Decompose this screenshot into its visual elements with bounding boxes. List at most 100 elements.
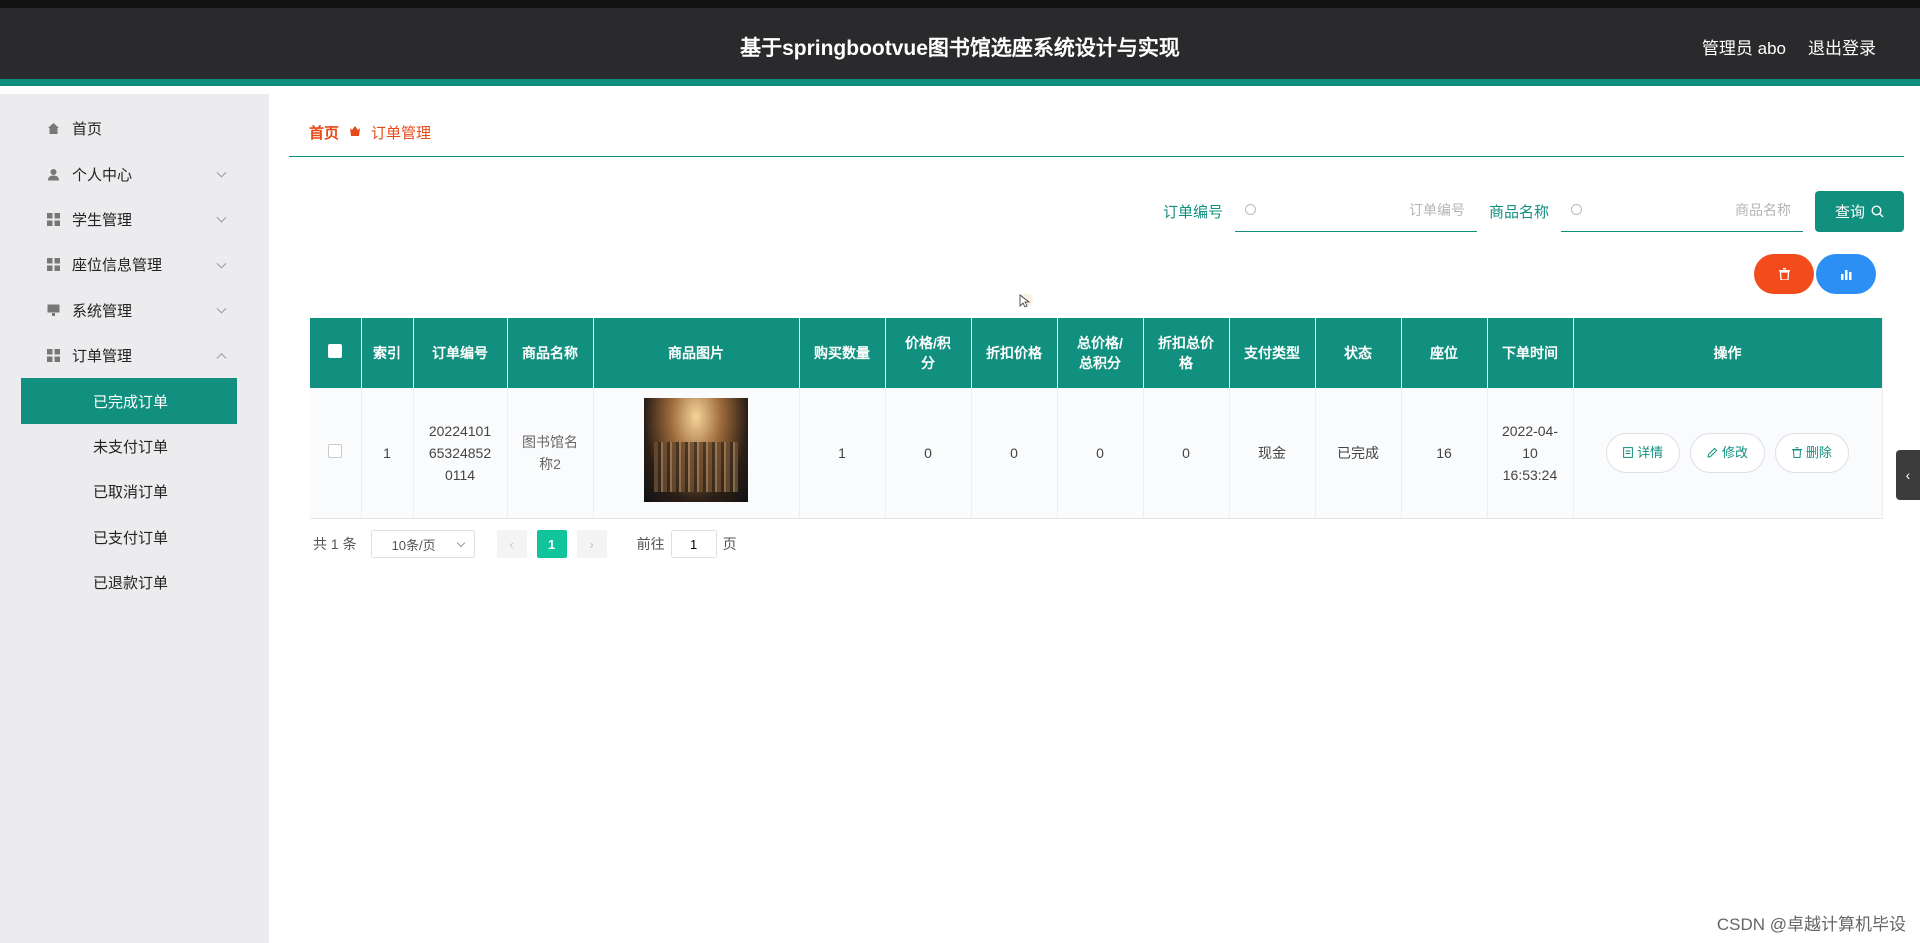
trash-icon bbox=[1791, 447, 1802, 459]
pagination-total: 共 1 条 bbox=[313, 536, 357, 552]
row-select-cell bbox=[310, 388, 362, 519]
grid-icon bbox=[46, 258, 60, 272]
column-header: 价格/积分 bbox=[885, 318, 972, 388]
collapse-toggle-button[interactable]: ‹ bbox=[1896, 450, 1920, 500]
search-icon bbox=[1244, 204, 1256, 215]
sidebar-item-home[interactable]: 首页 bbox=[0, 106, 269, 151]
delete-button[interactable]: 删除 bbox=[1774, 432, 1849, 473]
grid-icon bbox=[46, 349, 60, 363]
home-icon bbox=[46, 122, 60, 136]
table-row: 1 20224101653248520114 图书馆名称2 1 0 0 0 0 … bbox=[310, 388, 1883, 519]
search-icon bbox=[1871, 204, 1884, 217]
cell-index: 1 bbox=[361, 388, 414, 519]
bar-chart-icon bbox=[1840, 269, 1851, 280]
order-no-input[interactable] bbox=[1264, 190, 1465, 230]
select-all-cell bbox=[310, 318, 362, 388]
column-header: 索引 bbox=[361, 318, 414, 388]
sidebar-item-label: 首页 bbox=[72, 121, 103, 139]
app-title: 基于springbootvue图书馆选座系统设计与实现 bbox=[740, 37, 1180, 60]
cell-price: 0 bbox=[885, 388, 972, 519]
detail-button[interactable]: 详情 bbox=[1606, 432, 1681, 473]
cell-seat: 16 bbox=[1401, 388, 1488, 519]
cell-pay-type: 现金 bbox=[1229, 388, 1316, 519]
column-header: 总价格/总积分 bbox=[1057, 318, 1144, 388]
sidebar-subitem-completed[interactable]: 已完成订单 bbox=[21, 378, 237, 424]
cell-qty: 1 bbox=[799, 388, 886, 519]
cell-goods-name: 图书馆名称2 bbox=[507, 388, 594, 519]
column-header: 商品名称 bbox=[507, 318, 594, 388]
sidebar-item-seats[interactable]: 座位信息管理 bbox=[0, 242, 269, 287]
breadcrumb-current: 订单管理 bbox=[371, 125, 432, 142]
cell-order-time: 2022-04-10 16:53:24 bbox=[1487, 388, 1574, 519]
cell-status: 已完成 bbox=[1315, 388, 1402, 519]
prev-page-button[interactable]: ‹ bbox=[496, 530, 527, 558]
select-all-checkbox[interactable] bbox=[328, 344, 343, 358]
page-number-current[interactable]: 1 bbox=[536, 530, 567, 558]
sidebar-subitem-cancelled[interactable]: 已取消订单 bbox=[21, 469, 237, 514]
breadcrumb-separator-icon bbox=[349, 124, 361, 141]
user-icon bbox=[46, 167, 60, 181]
sidebar-item-label: 系统管理 bbox=[72, 302, 133, 320]
column-header: 操作 bbox=[1573, 318, 1883, 388]
logout-link[interactable]: 退出登录 bbox=[1808, 34, 1876, 59]
table-header-row: 索引 订单编号 商品名称 商品图片 购买数量 价格/积分 折扣价格 总价格/总积… bbox=[310, 318, 1883, 388]
sidebar-item-orders[interactable]: 订单管理 bbox=[0, 333, 269, 378]
query-button-label: 查询 bbox=[1834, 203, 1865, 221]
query-button[interactable]: 查询 bbox=[1815, 190, 1904, 232]
user-area: 管理员 abo 退出登录 bbox=[1702, 34, 1876, 59]
orders-table: 索引 订单编号 商品名称 商品图片 购买数量 价格/积分 折扣价格 总价格/总积… bbox=[310, 318, 1883, 519]
column-header: 订单编号 bbox=[413, 318, 508, 388]
cell-discount-price: 0 bbox=[971, 388, 1058, 519]
sidebar-item-system[interactable]: 系统管理 bbox=[0, 288, 269, 333]
edit-button[interactable]: 修改 bbox=[1689, 432, 1765, 473]
chevron-left-icon: ‹ bbox=[509, 536, 514, 552]
user-name[interactable]: 管理员 abo bbox=[1702, 34, 1786, 59]
column-header: 购买数量 bbox=[799, 318, 886, 388]
goods-name-input[interactable] bbox=[1591, 190, 1791, 230]
grid-icon bbox=[46, 212, 60, 226]
sidebar-subitem-unpaid[interactable]: 未支付订单 bbox=[21, 424, 237, 469]
goto-label: 前往 bbox=[636, 536, 665, 552]
delete-label: 删除 bbox=[1805, 444, 1832, 460]
sidebar-item-label: 座位信息管理 bbox=[72, 257, 163, 275]
cell-total-price: 0 bbox=[1057, 388, 1144, 519]
breadcrumb-home[interactable]: 首页 bbox=[309, 122, 339, 143]
search-bar: 订单编号 商品名称 查询 bbox=[1163, 190, 1904, 232]
edit-icon bbox=[1707, 448, 1718, 458]
sidebar-item-label: 订单管理 bbox=[72, 348, 133, 366]
top-navbar: 基于springbootvue图书馆选座系统设计与实现 管理员 abo 退出登录 bbox=[0, 0, 1920, 86]
batch-delete-button[interactable] bbox=[1754, 254, 1814, 294]
chevron-down-icon bbox=[216, 167, 227, 178]
sidebar-item-profile[interactable]: 个人中心 bbox=[0, 151, 269, 196]
cell-goods-image bbox=[593, 388, 800, 519]
sidebar-subitem-paid[interactable]: 已支付订单 bbox=[21, 515, 237, 560]
breadcrumb: 首页 订单管理 bbox=[309, 122, 431, 143]
edit-label: 修改 bbox=[1721, 444, 1748, 460]
page-size-value: 10条/页 bbox=[391, 537, 436, 553]
page-size-select[interactable]: 10条/页 bbox=[370, 530, 475, 558]
order-no-field bbox=[1234, 190, 1477, 232]
cell-actions: 详情 修改 删除 bbox=[1573, 388, 1883, 519]
statistics-button[interactable] bbox=[1816, 254, 1876, 294]
breadcrumb-divider bbox=[289, 156, 1904, 157]
next-page-button[interactable]: › bbox=[576, 530, 607, 558]
sidebar: 首页 个人中心 学生管理 座位信息管理 系统管理 订单管理 已完成订单 未支付订… bbox=[0, 94, 269, 943]
goto-page-input[interactable] bbox=[670, 530, 717, 558]
watermark: CSDN @卓越计算机毕设 bbox=[1716, 915, 1906, 934]
chevron-down-icon bbox=[216, 213, 227, 224]
chevron-right-icon: › bbox=[589, 536, 594, 552]
search-icon bbox=[1571, 204, 1582, 215]
sidebar-item-students[interactable]: 学生管理 bbox=[0, 197, 269, 242]
chevron-up-icon bbox=[216, 352, 227, 363]
row-checkbox[interactable] bbox=[328, 443, 343, 458]
trash-icon bbox=[1778, 268, 1790, 280]
goods-name-field bbox=[1561, 190, 1803, 232]
goto-suffix: 页 bbox=[722, 536, 737, 552]
chevron-down-icon bbox=[216, 303, 227, 314]
chevron-down-icon bbox=[216, 258, 227, 269]
detail-label: 详情 bbox=[1637, 444, 1664, 460]
sidebar-subitem-refunded[interactable]: 已退款订单 bbox=[21, 560, 237, 605]
column-header: 支付类型 bbox=[1229, 318, 1316, 388]
goods-image[interactable] bbox=[644, 397, 748, 502]
column-header: 商品图片 bbox=[593, 318, 800, 388]
